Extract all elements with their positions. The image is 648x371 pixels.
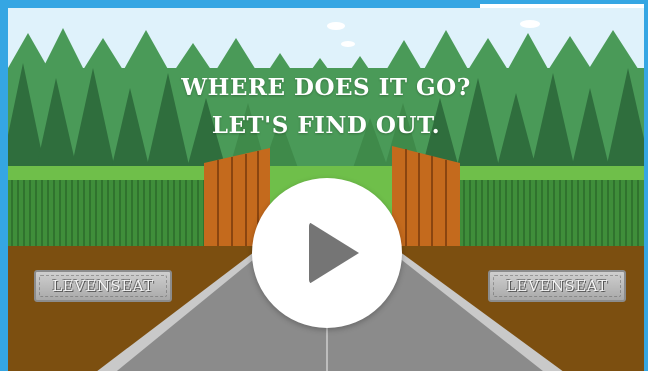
- sign-left-label: LEVENSEAT: [52, 277, 154, 295]
- video-frame: WHERE DOES IT GO? LET'S FIND OUT. LEVENS…: [0, 0, 648, 371]
- headline-line-1: WHERE DOES IT GO?: [181, 74, 471, 101]
- video-thumbnail[interactable]: WHERE DOES IT GO? LET'S FIND OUT. LEVENS…: [8, 8, 644, 371]
- play-button[interactable]: [252, 178, 402, 328]
- gate-right: [392, 146, 460, 248]
- stone-sign-right: LEVENSEAT: [488, 270, 626, 302]
- play-icon: [309, 222, 359, 284]
- headline-line-2: LET'S FIND OUT.: [211, 112, 441, 139]
- stone-sign-left: LEVENSEAT: [34, 270, 172, 302]
- sign-right-label: LEVENSEAT: [506, 277, 608, 295]
